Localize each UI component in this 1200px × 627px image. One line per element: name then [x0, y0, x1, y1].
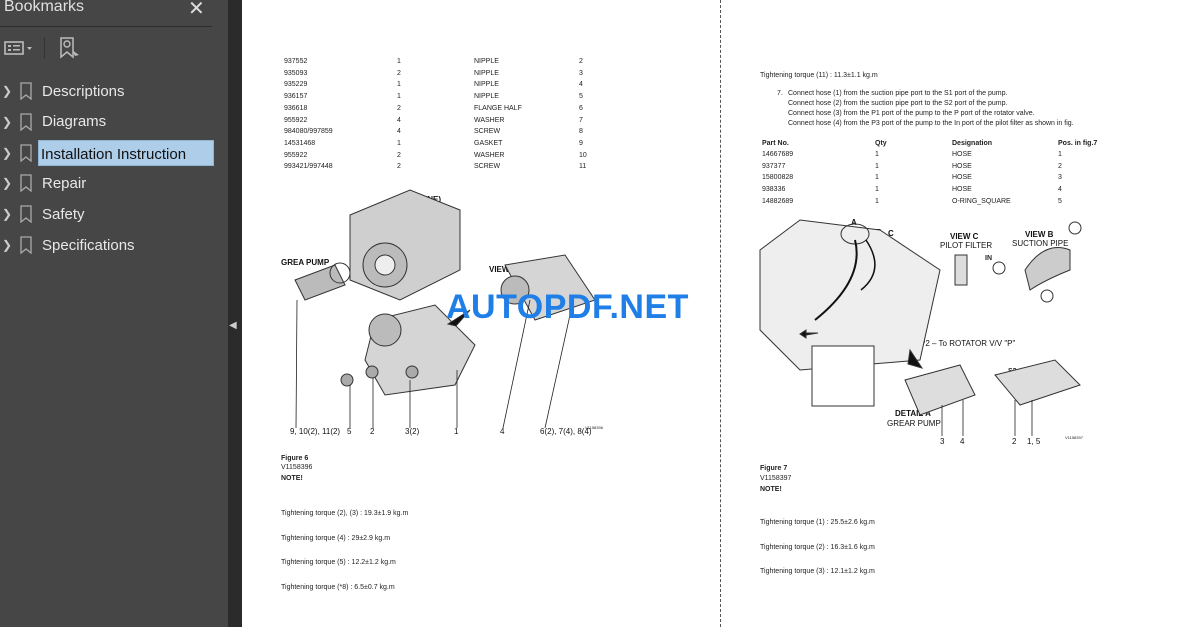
figure-7-drawing	[759, 219, 1082, 436]
watermark: AUTOPDF.NET	[446, 288, 689, 326]
